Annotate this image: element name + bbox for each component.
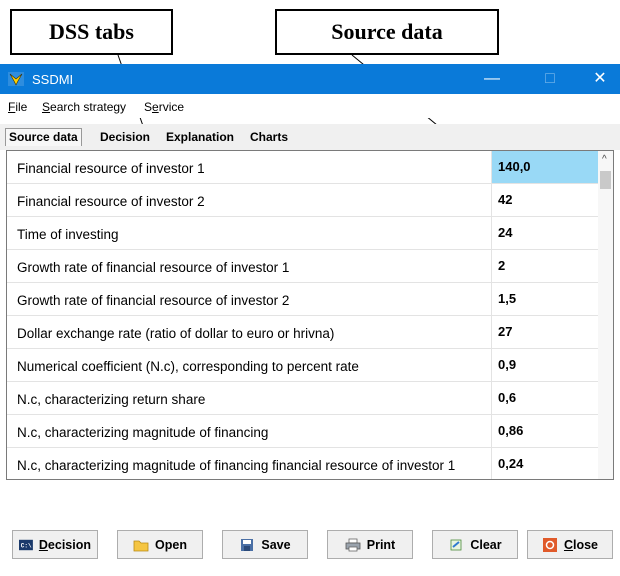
parameter-label: Numerical coefficient (N.c), correspondi…	[17, 359, 359, 374]
menu-bar: File Search strategy Service	[0, 94, 620, 118]
svg-text:C:\: C:\	[21, 542, 32, 549]
table-row: Financial resource of investor 1 140,0	[7, 151, 599, 184]
close-icon	[542, 537, 557, 552]
table-row: Numerical coefficient (N.c), correspondi…	[7, 349, 599, 382]
dss-tab-strip: Source data Decision Explanation Charts	[0, 124, 620, 150]
vertical-scrollbar[interactable]: ^	[598, 151, 613, 479]
parameter-value-cell[interactable]: 0,9	[491, 349, 599, 381]
open-button[interactable]: Open	[117, 530, 203, 559]
menu-service[interactable]: Service	[144, 100, 184, 114]
table-row: Time of investing 24	[7, 217, 599, 250]
table-row: N.c, characterizing magnitude of financi…	[7, 448, 599, 479]
maximize-button[interactable]: □	[530, 67, 570, 91]
parameter-label: Time of investing	[17, 227, 119, 242]
parameter-label: Growth rate of financial resource of inv…	[17, 260, 290, 275]
parameter-value-cell[interactable]: 42	[491, 184, 599, 216]
save-button[interactable]: Save	[222, 530, 308, 559]
parameter-value-cell[interactable]: 1,5	[491, 283, 599, 315]
source-data-callout: Source data	[275, 9, 499, 55]
dss-tabs-callout: DSS tabs	[10, 9, 173, 55]
menu-search-strategy[interactable]: Search strategy	[42, 100, 126, 114]
parameter-label: N.c, characterizing magnitude of financi…	[17, 425, 269, 440]
parameter-value-cell[interactable]: 0,6	[491, 382, 599, 414]
parameter-label: Growth rate of financial resource of inv…	[17, 293, 290, 308]
folder-icon	[133, 540, 149, 551]
parameter-value-cell[interactable]: 140,0	[491, 151, 599, 183]
tab-charts[interactable]: Charts	[250, 129, 288, 146]
parameter-label: Financial resource of investor 1	[17, 161, 205, 176]
window-title: SSDMI	[32, 72, 74, 87]
scrollbar-thumb[interactable]	[600, 171, 611, 189]
parameter-value-cell[interactable]: 0,86	[491, 415, 599, 447]
table-row: Growth rate of financial resource of inv…	[7, 250, 599, 283]
parameter-value-cell[interactable]: 0,24	[491, 448, 599, 479]
parameter-label: Dollar exchange rate (ratio of dollar to…	[17, 326, 335, 341]
table-row: Financial resource of investor 2 42	[7, 184, 599, 217]
console-icon: C:\	[19, 539, 33, 550]
table-row: N.c, characterizing return share 0,6	[7, 382, 599, 415]
table-row: Growth rate of financial resource of inv…	[7, 283, 599, 316]
parameter-value-cell[interactable]: 2	[491, 250, 599, 282]
source-data-grid: Financial resource of investor 1 140,0 F…	[6, 150, 614, 480]
parameter-value-cell[interactable]: 27	[491, 316, 599, 348]
tab-explanation[interactable]: Explanation	[166, 129, 234, 146]
parameter-label: N.c, characterizing return share	[17, 392, 206, 407]
tab-decision[interactable]: Decision	[100, 129, 150, 146]
parameter-label: N.c, characterizing magnitude of financi…	[17, 458, 456, 473]
printer-icon	[345, 538, 361, 551]
table-row: Dollar exchange rate (ratio of dollar to…	[7, 316, 599, 349]
scroll-up-arrow-icon[interactable]: ^	[602, 154, 607, 165]
tab-source-data[interactable]: Source data	[5, 128, 82, 146]
table-row: N.c, characterizing magnitude of financi…	[7, 415, 599, 448]
menu-file[interactable]: File	[8, 100, 27, 114]
clear-button[interactable]: Clear	[432, 530, 518, 559]
print-button[interactable]: Print	[327, 530, 413, 559]
close-button[interactable]: Close	[527, 530, 613, 559]
app-logo-icon	[8, 72, 24, 86]
decision-button[interactable]: C:\ Decision	[12, 530, 98, 559]
parameter-value-cell[interactable]: 24	[491, 217, 599, 249]
save-icon	[241, 538, 254, 551]
parameter-label: Financial resource of investor 2	[17, 194, 205, 209]
eraser-icon	[450, 539, 462, 550]
minimize-button[interactable]: —	[472, 67, 512, 91]
window-titlebar: SSDMI — □ ✕	[0, 64, 620, 94]
close-window-button[interactable]: ✕	[580, 67, 620, 91]
